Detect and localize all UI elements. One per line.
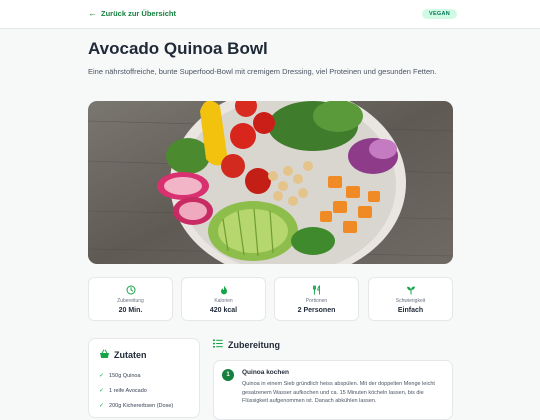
ingredients-list: ✓ 150g Quinoa ✓ 1 reife Avocado ✓ 200g Kich… bbox=[99, 368, 173, 413]
stat-value: 20 Min. bbox=[118, 307, 143, 314]
ingredients-heading: Zutaten bbox=[99, 349, 147, 361]
stat-card-difficulty: Schwierigkeit Einfach bbox=[368, 277, 453, 321]
check-icon: ✓ bbox=[99, 403, 105, 409]
ingredient-label: 150g Quinoa bbox=[109, 372, 141, 379]
arrow-left-icon: ← bbox=[88, 8, 97, 18]
recipe-description: Eine nährstoffreiche, bunte Superfood-Bo… bbox=[88, 67, 437, 76]
recipe-photo bbox=[88, 101, 453, 264]
list-numbered-icon bbox=[213, 339, 223, 350]
sprout-icon bbox=[369, 285, 452, 295]
step-number: 1 bbox=[222, 369, 234, 381]
clock-icon bbox=[89, 285, 172, 295]
back-link-label: Zurück zur Übersicht bbox=[101, 9, 177, 18]
stat-value: 2 Personen bbox=[297, 307, 336, 314]
ingredients-card: Zutaten ✓ 150g Quinoa ✓ 1 reife Avocado ✓ 2… bbox=[88, 338, 200, 418]
recipe-stats: Zubereitung 20 Min. Kalorien 420 kcal Po… bbox=[88, 277, 453, 321]
ingredient-label: 200g Kichererbsen (Dose) bbox=[109, 402, 174, 409]
steps-title: Zubereitung bbox=[228, 339, 280, 350]
step-text: Quinoa in einem Sieb gründlich heiss abs… bbox=[242, 381, 435, 404]
vegan-badge: VEGAN bbox=[422, 9, 458, 19]
stat-card-calories: Kalorien 420 kcal bbox=[181, 277, 266, 321]
list-item: ✓ 150g Quinoa bbox=[99, 368, 173, 383]
stat-label: Portionen bbox=[305, 298, 328, 304]
stat-label: Kalorien bbox=[214, 298, 233, 304]
stat-card-prep-time: Zubereitung 20 Min. bbox=[88, 277, 173, 321]
stat-label: Schwierigkeit bbox=[395, 298, 426, 304]
stat-value: 420 kcal bbox=[209, 307, 238, 314]
top-bar: ← Zurück zur Übersicht VEGAN bbox=[0, 0, 540, 29]
back-link[interactable]: ← Zurück zur Übersicht bbox=[88, 8, 177, 19]
check-icon: ✓ bbox=[99, 373, 105, 379]
step-title: Quinoa kochen bbox=[242, 369, 289, 376]
stat-label: Zubereitung bbox=[117, 298, 144, 304]
step-card: 1 Quinoa kochen Quinoa in einem Sieb grü… bbox=[213, 360, 453, 420]
ingredient-label: 1 reife Avocado bbox=[109, 387, 147, 394]
steps-heading: Zubereitung bbox=[213, 339, 280, 350]
stat-card-servings: Portionen 2 Personen bbox=[274, 277, 359, 321]
list-item: ✓ 200g Kichererbsen (Dose) bbox=[99, 398, 173, 413]
page-title: Avocado Quinoa Bowl bbox=[88, 39, 268, 58]
check-icon: ✓ bbox=[99, 388, 105, 394]
stat-value: Einfach bbox=[397, 307, 424, 314]
basket-icon bbox=[99, 349, 110, 361]
cutlery-icon bbox=[275, 285, 358, 295]
list-item: ✓ 1 reife Avocado bbox=[99, 383, 173, 398]
ingredients-title: Zutaten bbox=[114, 350, 147, 360]
flame-icon bbox=[182, 285, 265, 295]
